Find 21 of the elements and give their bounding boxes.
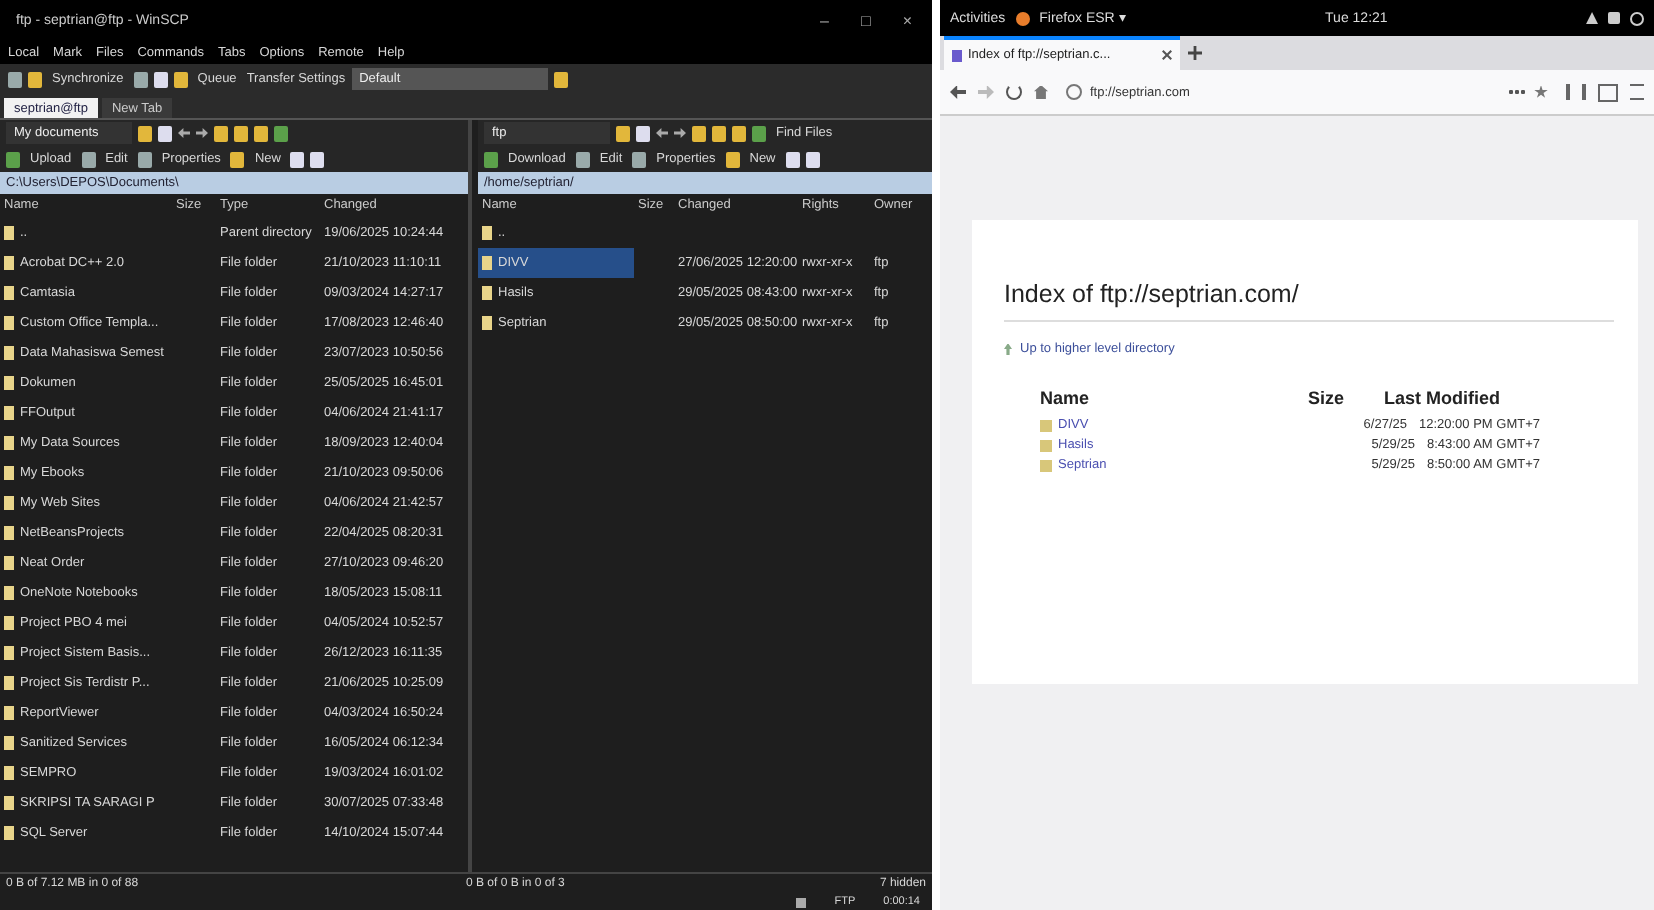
back-icon[interactable]: [656, 128, 668, 138]
close-icon[interactable]: [1162, 50, 1172, 60]
close-button[interactable]: ×: [890, 11, 924, 29]
column-header: Size: [1305, 388, 1344, 412]
plus-icon[interactable]: [1188, 46, 1202, 60]
maximize-button[interactable]: □: [848, 11, 883, 29]
page-heading: Index of ftp://septrian.com/: [1004, 280, 1614, 322]
column-header: Name: [1040, 388, 1092, 412]
reload-icon[interactable]: [1006, 84, 1022, 100]
column-header: Last Modified: [1382, 388, 1502, 412]
minimize-button[interactable]: –: [808, 11, 841, 29]
network-icon[interactable]: [1586, 12, 1599, 24]
browser-icon: [1015, 11, 1030, 25]
sidebar-icon[interactable]: [1598, 83, 1618, 101]
page-icon: [952, 49, 962, 61]
power-icon[interactable]: [1630, 11, 1645, 25]
back-icon[interactable]: [178, 128, 190, 138]
forward-icon[interactable]: [674, 128, 686, 138]
back-icon[interactable]: [950, 85, 966, 99]
forward-icon[interactable]: [196, 128, 208, 138]
bookmark-icon[interactable]: [1534, 85, 1548, 99]
